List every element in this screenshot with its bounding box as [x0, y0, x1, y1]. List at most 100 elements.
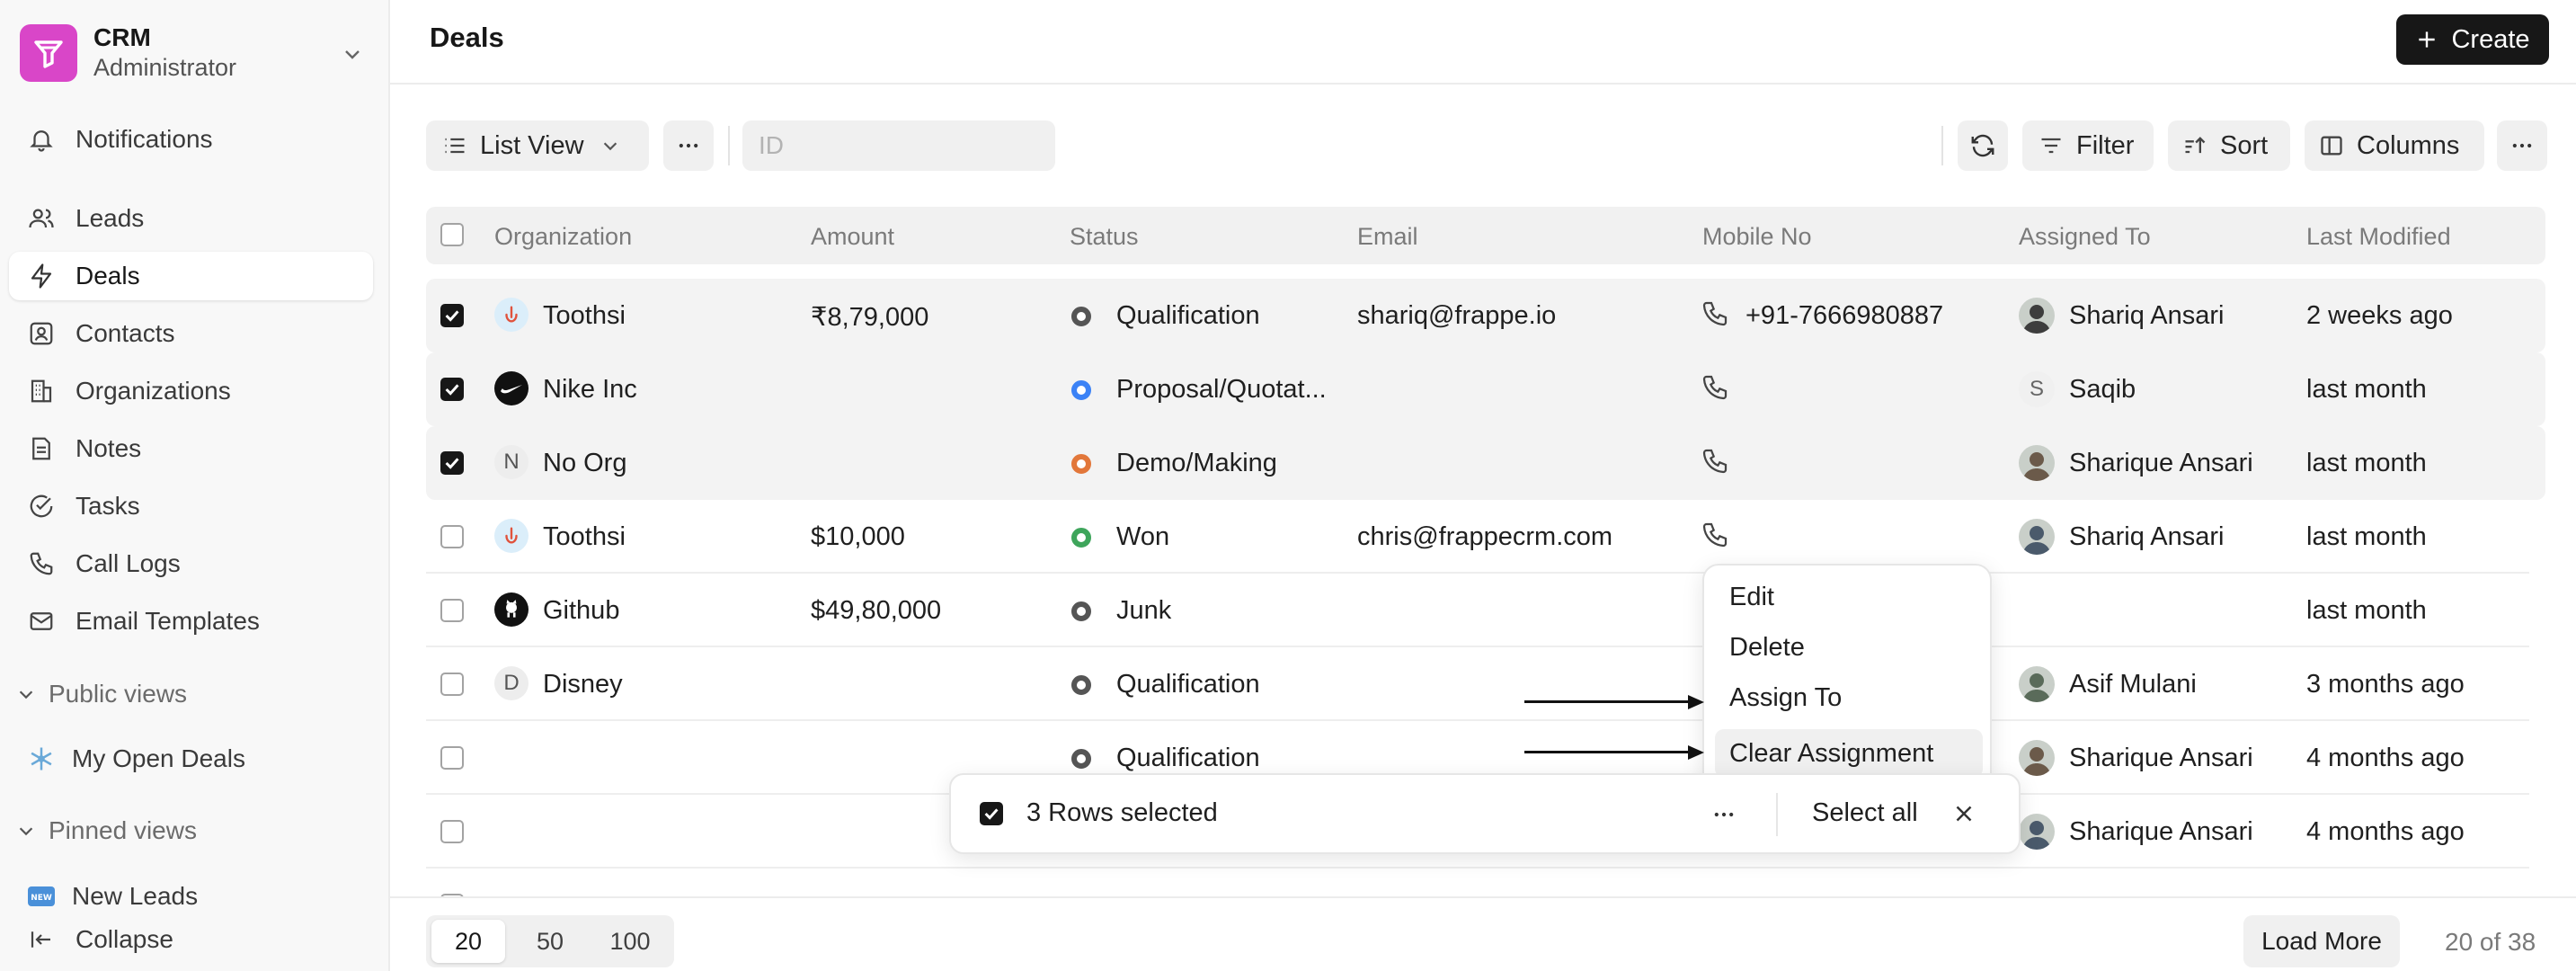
public-views-toggle[interactable]: Public views [16, 676, 187, 712]
row-checkbox[interactable] [440, 673, 464, 696]
columns-button[interactable]: Columns [2305, 120, 2484, 171]
nike-logo-icon [494, 371, 529, 405]
last-modified-cell: 3 months ago [2306, 670, 2465, 699]
check-circle-icon [23, 488, 59, 524]
amount-cell: $10,000 [811, 522, 905, 551]
create-button[interactable]: Create [2396, 14, 2549, 65]
id-filter-input[interactable] [742, 120, 1055, 171]
sidebar-item-notifications[interactable]: Notifications [9, 115, 373, 164]
sort-label: Sort [2220, 130, 2269, 160]
row-checkbox[interactable] [440, 599, 464, 622]
table-row[interactable]: Nike Inc Proposal/Quotat... S Saqib last mon… [426, 352, 2545, 426]
column-header-email[interactable]: Email [1357, 223, 1418, 251]
select-all-button[interactable]: Select all [1812, 798, 1918, 828]
page-size-option[interactable]: 50 [514, 920, 586, 963]
selection-count: 3 Rows selected [1026, 798, 1218, 827]
collapse-sidebar-button[interactable]: Collapse [9, 915, 373, 964]
github-logo-icon [494, 592, 529, 627]
list-icon [442, 133, 467, 158]
sidebar-item-contacts[interactable]: Contacts [9, 309, 373, 358]
sidebar-item-call-logs[interactable]: Call Logs [9, 539, 373, 588]
sidebar: CRM Administrator Notifications Leads De… [0, 0, 390, 971]
column-header-assigned-to[interactable]: Assigned To [2019, 223, 2151, 251]
close-selection-button[interactable] [1950, 800, 1977, 827]
app-switcher[interactable]: CRM Administrator [20, 23, 370, 83]
phone-icon[interactable] [1701, 299, 1729, 328]
table-row[interactable]: N No Org Demo/Making Sharique Ansari last mo… [426, 426, 2545, 500]
organization-cell: Disney [543, 670, 623, 699]
organization-cell: No Org [543, 449, 627, 477]
more-horizontal-icon [2509, 133, 2535, 158]
column-header-organization[interactable]: Organization [494, 223, 632, 251]
divider [1941, 126, 1943, 165]
phone-icon[interactable] [1701, 447, 1729, 476]
table-row[interactable]: D Disney Qualification Asif Mulani 3 months … [426, 647, 2545, 721]
load-more-button[interactable]: Load More [2243, 915, 2400, 967]
view-options-button[interactable] [663, 120, 714, 171]
chevron-down-icon [16, 684, 36, 704]
column-header-amount[interactable]: Amount [811, 223, 894, 251]
view-selector[interactable]: List View [426, 120, 649, 171]
columns-icon [2319, 133, 2344, 158]
refresh-button[interactable] [1958, 120, 2008, 171]
phone-icon[interactable] [1701, 521, 1729, 549]
crm-logo-icon [20, 24, 77, 82]
avatar [2019, 445, 2055, 481]
sidebar-item-email-templates[interactable]: Email Templates [9, 597, 373, 646]
sidebar-item-organizations[interactable]: Organizations [9, 367, 373, 415]
status-indicator-icon [1071, 307, 1091, 326]
table-row[interactable]: Toothsi $10,000 Won chris@frappecrm.com Shar… [426, 500, 2545, 574]
sidebar-item-new-leads[interactable]: NEW New Leads [9, 872, 373, 910]
menu-item-edit[interactable]: Edit [1715, 573, 1983, 621]
selection-bar: 3 Rows selected Select all [949, 773, 2021, 854]
email-cell: shariq@frappe.io [1357, 301, 1557, 330]
menu-item-assign-to[interactable]: Assign To [1715, 673, 1983, 722]
bulk-actions-button[interactable] [1704, 795, 1744, 834]
column-header-last-modified[interactable]: Last Modified [2306, 223, 2451, 251]
organization-cell: Nike Inc [543, 375, 637, 404]
last-modified-cell: 2 weeks ago [2306, 301, 2453, 330]
row-checkbox[interactable] [440, 378, 464, 401]
row-checkbox[interactable] [440, 451, 464, 475]
page-size-option[interactable]: 20 [431, 920, 505, 963]
sidebar-item-notes[interactable]: Notes [9, 424, 373, 473]
arrow-head-icon [1688, 744, 1706, 762]
select-all-checkbox[interactable] [440, 223, 464, 246]
page-header: Deals Create [390, 0, 2576, 85]
sidebar-item-leads[interactable]: Leads [9, 194, 373, 243]
filter-button[interactable]: Filter [2022, 120, 2154, 171]
sidebar-item-tasks[interactable]: Tasks [9, 482, 373, 530]
menu-item-clear-assignment[interactable]: Clear Assignment [1715, 729, 1983, 778]
pinned-views-toggle[interactable]: Pinned views [16, 813, 197, 849]
sidebar-item-label: Leads [76, 204, 145, 232]
public-views-label: Public views [49, 680, 188, 708]
selection-checkbox[interactable] [980, 802, 1003, 825]
column-header-mobile-no[interactable]: Mobile No [1702, 223, 1812, 251]
last-modified-cell: last month [2306, 522, 2427, 551]
page-size-option[interactable]: 100 [591, 920, 669, 963]
status-cell: Qualification [1116, 301, 1260, 330]
users-icon [23, 200, 59, 236]
filter-icon [2039, 133, 2064, 158]
divider [728, 126, 730, 165]
avatar [2019, 666, 2055, 702]
table-header: Organization Amount Status Email Mobile … [426, 207, 2545, 264]
row-checkbox[interactable] [440, 820, 464, 843]
record-count: 20 of 38 [2445, 928, 2536, 956]
phone-icon[interactable] [1701, 373, 1729, 402]
menu-item-delete[interactable]: Delete [1715, 623, 1983, 672]
sidebar-item-deals[interactable]: Deals [9, 252, 373, 300]
table-row[interactable]: Toothsi ₹8,79,000 Qualification shariq@frap… [426, 279, 2545, 352]
row-checkbox[interactable] [440, 525, 464, 548]
annotation-arrow [1524, 700, 1692, 703]
status-indicator-icon [1071, 528, 1091, 548]
view-label: List View [480, 130, 584, 160]
status-cell: Proposal/Quotat... [1116, 375, 1327, 404]
row-checkbox[interactable] [440, 304, 464, 327]
table-row[interactable]: Github $49,80,000 Junk last month [426, 574, 2545, 647]
sidebar-item-my-open-deals[interactable]: My Open Deals [9, 735, 373, 783]
row-checkbox[interactable] [440, 746, 464, 770]
column-header-status[interactable]: Status [1070, 223, 1139, 251]
sort-button[interactable]: Sort [2168, 120, 2290, 171]
more-options-button[interactable] [2497, 120, 2547, 171]
